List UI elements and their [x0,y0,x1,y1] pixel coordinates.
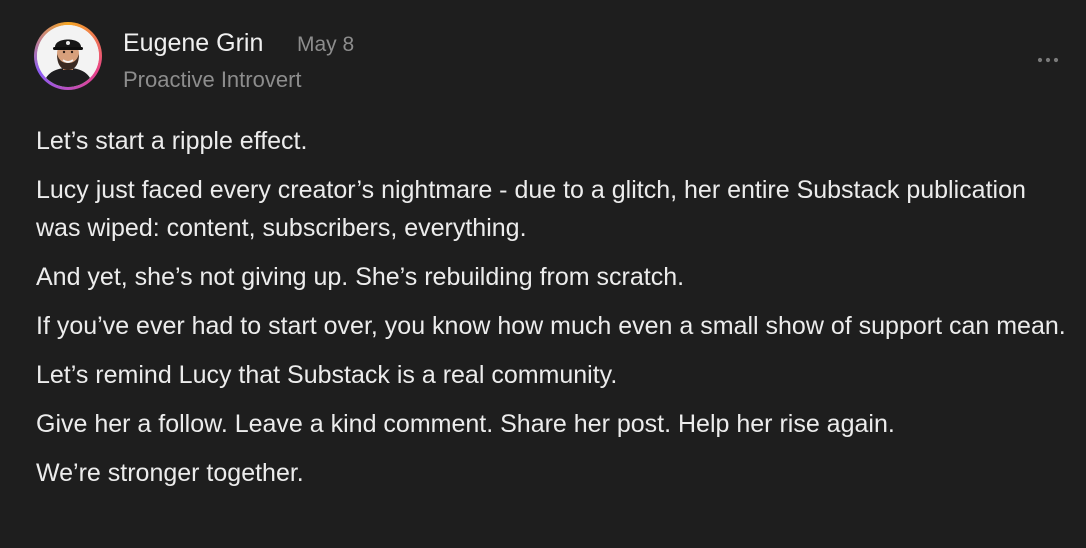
more-options-button[interactable] [1034,46,1062,74]
post-body: Let’s start a ripple effect. Lucy just f… [36,122,1066,503]
post-paragraph: We’re stronger together. [36,459,304,487]
author-subtitle: Proactive Introvert [123,67,302,92]
post-paragraph: Lucy just faced every creator’s nightmar… [36,176,1026,242]
author-name[interactable]: Eugene Grin [123,29,263,58]
avatar-photo-icon [37,25,99,87]
note-card: Eugene Grin May 8 Proactive Introvert Le… [0,0,1086,548]
post-date: May 8 [297,33,355,56]
author-avatar[interactable] [34,22,102,90]
post-paragraph: And yet, she’s not giving up. She’s rebu… [36,263,685,291]
post-paragraph: Let’s remind Lucy that Substack is a rea… [36,361,618,389]
ellipsis-icon [1037,57,1059,63]
post-paragraph: Give her a follow. Leave a kind comment.… [36,410,895,438]
post-paragraph: If you’ve ever had to start over, you kn… [36,312,1066,340]
post-paragraph: Let’s start a ripple effect. [36,127,308,155]
